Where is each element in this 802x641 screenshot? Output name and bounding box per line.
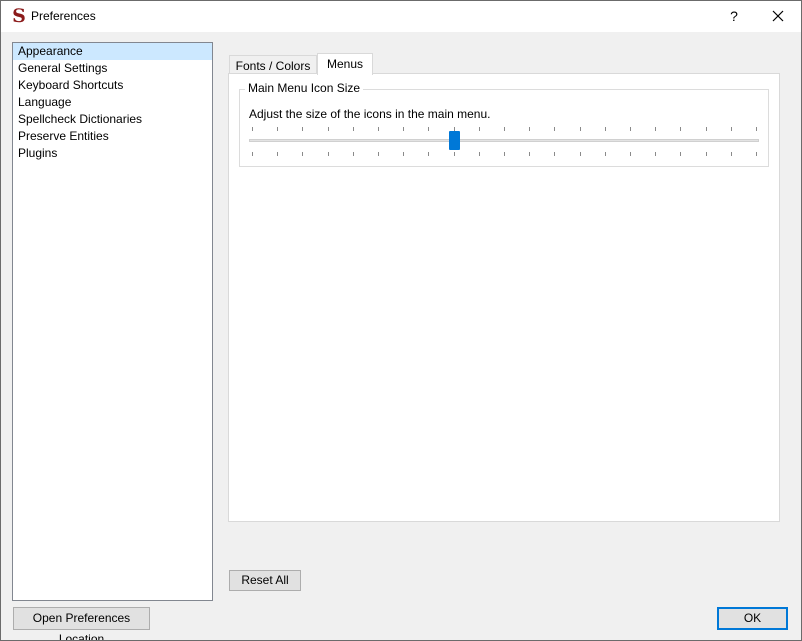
close-button[interactable] [766,5,790,27]
slider-tick [655,127,656,131]
sidebar-item-spellcheck-dictionaries[interactable]: Spellcheck Dictionaries [13,111,212,128]
slider-tick [328,152,329,156]
reset-all-button[interactable]: Reset All [229,570,301,591]
slider-ticks-bottom [249,152,759,157]
group-description: Adjust the size of the icons in the main… [249,107,491,121]
title-bar[interactable]: S Preferences ? [1,1,801,32]
slider-tick [630,127,631,131]
slider-tick [403,127,404,131]
slider-tick [428,152,429,156]
help-button[interactable]: ? [723,5,745,27]
slider-groove [249,139,759,142]
slider-tick [252,127,253,131]
slider-tick [428,127,429,131]
slider-tick [378,127,379,131]
slider-tick [554,127,555,131]
slider-tick [504,152,505,156]
slider-tick [504,127,505,131]
sidebar-item-language[interactable]: Language [13,94,212,111]
slider-tick [731,152,732,156]
slider-ticks-top [249,127,759,132]
slider-tick [605,152,606,156]
ok-button[interactable]: OK [717,607,788,630]
sidebar-item-preserve-entities[interactable]: Preserve Entities [13,128,212,145]
slider-tick [454,152,455,156]
slider-tick [302,152,303,156]
slider-tick [655,152,656,156]
slider-tick [302,127,303,131]
slider-tick [479,152,480,156]
close-icon [772,10,784,22]
main-menu-icon-size-group: Main Menu Icon Size Adjust the size of t… [239,81,769,167]
slider-tick [580,127,581,131]
slider-handle[interactable] [449,131,460,150]
slider-tick [680,127,681,131]
slider-tick [756,127,757,131]
slider-tick [328,127,329,131]
slider-tick [529,127,530,131]
sidebar-item-plugins[interactable]: Plugins [13,145,212,162]
menus-tab-panel: Main Menu Icon Size Adjust the size of t… [228,73,780,522]
window-title: Preferences [31,9,96,23]
slider-tick [378,152,379,156]
slider-tick [252,152,253,156]
icon-size-slider[interactable] [249,127,759,159]
app-logo-icon: S [12,5,26,27]
slider-tick [554,152,555,156]
slider-tick [353,152,354,156]
slider-tick [529,152,530,156]
sidebar-item-keyboard-shortcuts[interactable]: Keyboard Shortcuts [13,77,212,94]
slider-tick [706,127,707,131]
slider-tick [277,127,278,131]
slider-tick [277,152,278,156]
slider-tick [756,152,757,156]
slider-tick [580,152,581,156]
slider-tick [680,152,681,156]
sidebar-item-general-settings[interactable]: General Settings [13,60,212,77]
sidebar-item-appearance[interactable]: Appearance [13,43,212,60]
category-list[interactable]: Appearance General Settings Keyboard Sho… [12,42,213,601]
slider-tick [706,152,707,156]
preferences-dialog: S Preferences ? Appearance General Setti… [0,0,802,641]
slider-tick [605,127,606,131]
tab-fonts-colors[interactable]: Fonts / Colors [229,55,317,74]
slider-tick [403,152,404,156]
slider-tick [630,152,631,156]
slider-tick [353,127,354,131]
slider-tick [731,127,732,131]
open-preferences-location-button[interactable]: Open Preferences Location [13,607,150,640]
group-title: Main Menu Icon Size [245,81,364,95]
tab-menus[interactable]: Menus [317,53,373,75]
slider-tick [479,127,480,131]
